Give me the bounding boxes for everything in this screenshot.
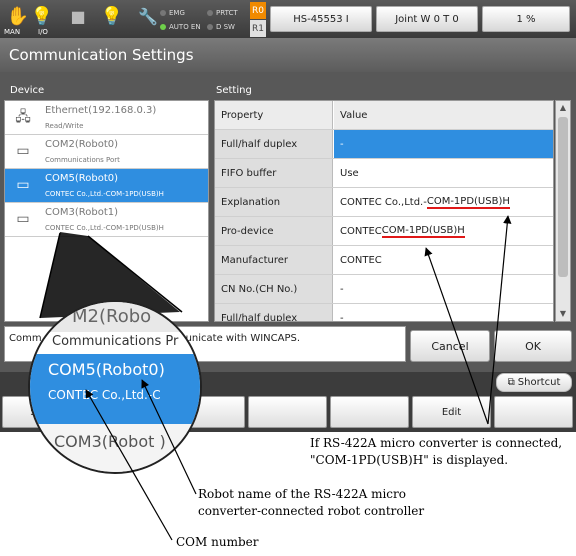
com-number-annotation: COM number [176,535,259,549]
converter-annotation-line1: If RS-422A micro converter is connected, [310,436,563,450]
robot-name-annotation-line2: converter-connected robot controller [198,504,425,518]
robot-name-annotation-line1: Robot name of the RS-422A micro [198,487,406,501]
screen: ✋ MAN 💡 I/O ■ 💡 🔧 EMG AUTO EN PRTCT D SW… [0,0,576,556]
annotation-arrows [85,215,512,541]
converter-annotation-line2: "COM-1PD(USB)H" is displayed. [310,453,509,467]
